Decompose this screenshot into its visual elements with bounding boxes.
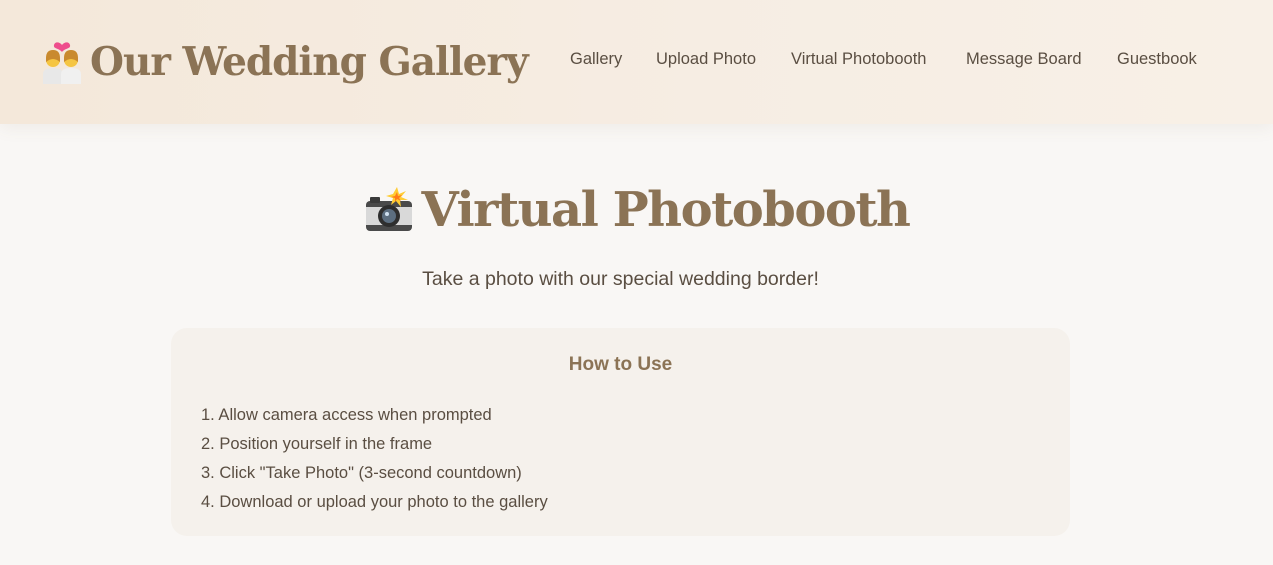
instructions-card: How to Use 1. Allow camera access when p… (171, 328, 1070, 536)
instructions-list: 1. Allow camera access when prompted 2. … (201, 401, 548, 517)
instruction-step: 2. Position yourself in the frame (201, 435, 433, 453)
instructions-heading: How to Use (568, 354, 673, 375)
page-title: Virtual Photobooth (0, 182, 1273, 238)
nav-message-board[interactable]: Message Board (966, 48, 1082, 70)
nav-gallery[interactable]: Gallery (570, 48, 622, 70)
instruction-step: 4. Download or upload your photo to the … (201, 493, 548, 511)
page-title-text: Virtual Photobooth (421, 182, 911, 238)
brand[interactable]: Our Wedding Gallery (40, 34, 529, 90)
site-title: Our Wedding Gallery (90, 39, 529, 85)
couple-with-heart-icon (43, 42, 81, 84)
nav-guestbook[interactable]: Guestbook (1117, 48, 1197, 70)
site-header: Our Wedding Gallery Gallery Upload Photo… (0, 0, 1273, 124)
page-subtitle: Take a photo with our special wedding bo… (422, 268, 819, 290)
nav-upload-photo[interactable]: Upload Photo (656, 48, 756, 70)
instruction-step: 3. Click "Take Photo" (3-second countdow… (201, 464, 522, 482)
nav-virtual-photobooth[interactable]: Virtual Photobooth (791, 48, 926, 70)
instruction-step: 1. Allow camera access when prompted (201, 406, 492, 424)
camera-with-flash-icon (365, 187, 412, 231)
